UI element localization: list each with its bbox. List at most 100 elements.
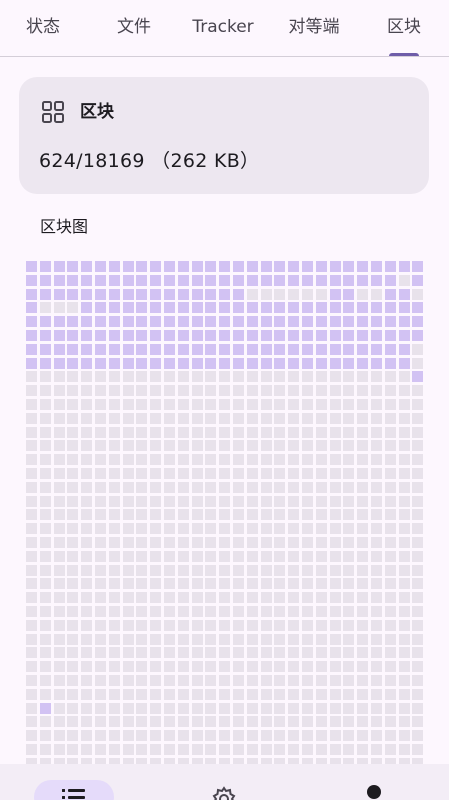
piece-cell-missing <box>219 619 231 631</box>
piece-cell-downloaded <box>357 343 369 355</box>
piece-cell-downloaded <box>108 288 120 300</box>
tab-files[interactable]: 文件 <box>112 0 156 56</box>
piece-cell-missing <box>260 606 272 617</box>
piece-cell-downloaded <box>246 274 258 286</box>
piece-cell-missing <box>398 716 410 728</box>
piece-cell-missing <box>39 578 51 590</box>
piece-cell-missing <box>81 412 93 424</box>
piece-cell-missing <box>357 523 369 535</box>
piece-cell-missing <box>81 426 93 438</box>
piece-cell-missing <box>384 537 396 548</box>
piece-cell-downloaded <box>302 357 313 369</box>
piece-cell-downloaded <box>398 316 410 328</box>
piece-cell-missing <box>95 523 106 535</box>
piece-cell-missing <box>122 468 134 479</box>
settings-icon[interactable] <box>211 786 237 800</box>
piece-cell-missing <box>39 468 51 479</box>
piece-cell-missing <box>260 716 272 728</box>
piece-cell-missing <box>371 564 382 576</box>
piece-cell-missing <box>122 454 134 466</box>
piece-cell-missing <box>219 550 231 562</box>
piece-cell-missing <box>371 633 382 645</box>
piece-cell-missing <box>150 550 162 562</box>
piece-cell-downloaded <box>260 302 272 314</box>
piece-cell-missing <box>274 619 286 631</box>
piece-cell-downloaded <box>39 343 51 355</box>
piece-cell-missing <box>384 523 396 535</box>
piece-cell-missing <box>164 633 175 645</box>
piece-cell-missing <box>274 647 286 659</box>
piece-cell-missing <box>191 550 203 562</box>
piece-cell-missing <box>67 537 79 548</box>
piece-cell-missing <box>343 647 355 659</box>
piece-cell-missing <box>246 606 258 617</box>
piece-cell-missing <box>288 661 300 673</box>
piece-cell-missing <box>177 661 189 673</box>
piece-cell-downloaded <box>81 330 93 341</box>
piece-cell-downloaded <box>246 302 258 314</box>
piece-cell-missing <box>177 619 189 631</box>
piece-cell-missing <box>219 468 231 479</box>
tab-status[interactable]: 状态 <box>20 0 66 56</box>
tab-pieces[interactable]: 区块 <box>382 0 426 56</box>
piece-cell-downloaded <box>274 330 286 341</box>
piece-cell-missing <box>260 495 272 507</box>
piece-cell-missing <box>177 716 189 728</box>
piece-cell-missing <box>136 509 148 521</box>
piece-cell-missing <box>343 661 355 673</box>
piece-cell-missing <box>357 647 369 659</box>
piece-cell-missing <box>343 564 355 576</box>
piece-cell-missing <box>398 371 410 383</box>
piece-cell-downloaded <box>233 330 244 341</box>
piece-cell-downloaded <box>150 288 162 300</box>
piece-cell-missing <box>343 550 355 562</box>
piece-cell-missing <box>398 702 410 714</box>
piece-cell-missing <box>371 647 382 659</box>
piece-cell-missing <box>412 647 424 659</box>
piece-cell-downloaded <box>384 288 396 300</box>
tab-peers[interactable]: 对等端 <box>282 0 346 56</box>
piece-cell-missing <box>136 661 148 673</box>
piece-cell-downloaded <box>274 274 286 286</box>
piece-cell-missing <box>343 688 355 700</box>
piece-cell-missing <box>384 730 396 742</box>
piece-cell-missing <box>177 744 189 755</box>
piece-cell-downloaded <box>191 288 203 300</box>
piece-cell-downloaded <box>150 357 162 369</box>
piece-cell-missing <box>191 647 203 659</box>
piece-cell-downloaded <box>205 274 217 286</box>
piece-cell-missing <box>329 744 341 755</box>
piece-cell-missing <box>288 688 300 700</box>
piece-cell-missing <box>302 385 313 397</box>
piece-cell-downloaded <box>67 343 79 355</box>
piece-cell-missing <box>246 716 258 728</box>
piece-cell-downloaded <box>81 288 93 300</box>
piece-cell-missing <box>26 592 37 604</box>
tab-tracker[interactable]: Tracker <box>190 0 256 56</box>
piece-cell-missing <box>219 412 231 424</box>
piece-cell-missing <box>67 564 79 576</box>
piece-cell-missing <box>412 537 424 548</box>
profile-icon[interactable] <box>364 784 384 800</box>
piece-cell-downloaded <box>246 316 258 328</box>
piece-cell-missing <box>357 619 369 631</box>
piece-cell-downloaded <box>384 343 396 355</box>
piece-cell-missing <box>412 357 424 369</box>
piece-cell-downloaded <box>122 274 134 286</box>
piece-cell-missing <box>371 619 382 631</box>
piece-cell-missing <box>398 399 410 410</box>
piece-cell-missing <box>177 440 189 452</box>
piece-cell-missing <box>67 606 79 617</box>
piece-cell-downloaded <box>412 274 424 286</box>
piece-cell-downloaded <box>329 343 341 355</box>
nav-item-list[interactable] <box>34 780 114 800</box>
piece-cell-missing <box>67 550 79 562</box>
piece-cell-missing <box>177 702 189 714</box>
piece-cell-missing <box>302 537 313 548</box>
piece-cell-missing <box>95 440 106 452</box>
piece-cell-missing <box>191 537 203 548</box>
piece-cell-missing <box>164 675 175 686</box>
piece-cell-missing <box>67 385 79 397</box>
piece-cell-missing <box>164 661 175 673</box>
piece-cell-downloaded <box>81 261 93 272</box>
